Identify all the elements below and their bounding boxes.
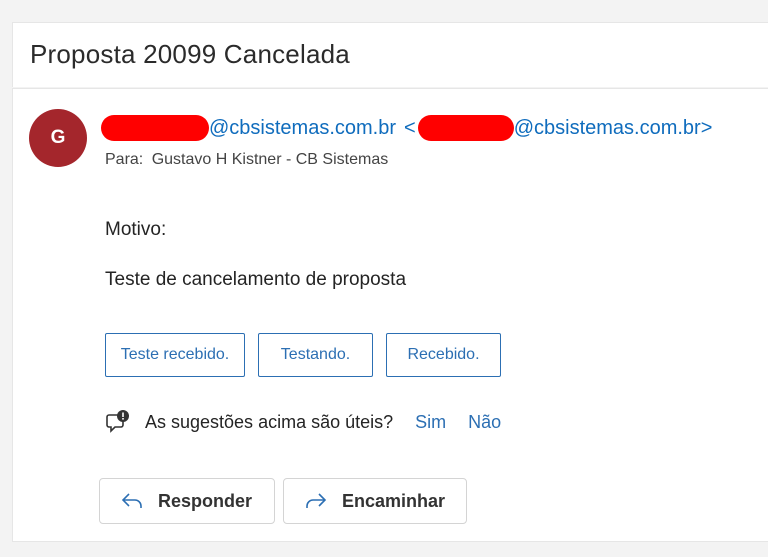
forward-button[interactable]: Encaminhar (283, 478, 467, 524)
body-line-1: Motivo: (105, 219, 167, 240)
subject-bar: Proposta 20099 Cancelada (12, 22, 768, 87)
body-line-2: Teste de cancelamento de proposta (105, 269, 407, 290)
to-label: Para: (105, 151, 144, 168)
reply-icon (120, 491, 144, 511)
email-subject: Proposta 20099 Cancelada (30, 39, 350, 69)
sender-avatar[interactable]: G (29, 109, 87, 167)
quick-reply-button[interactable]: Recebido. (386, 333, 501, 377)
reply-button[interactable]: Responder (99, 478, 275, 524)
reply-label: Responder (158, 490, 253, 511)
feedback-yes-link[interactable]: Sim (415, 412, 446, 433)
redaction-mark (417, 115, 514, 141)
forward-icon (304, 491, 328, 511)
feedback-question: As sugestões acima são úteis? (145, 411, 394, 432)
quick-reply-button[interactable]: Testando. (258, 333, 373, 377)
quick-reply-button[interactable]: Teste recebido. (105, 333, 245, 377)
to-value[interactable]: Gustavo H Kistner - CB Sistemas (152, 151, 389, 168)
sender-line[interactable]: @cbsistemas.com.br < @cbsistemas.com.br> (101, 115, 712, 141)
sender-open-bracket: < (404, 116, 416, 139)
sender-domain: @cbsistemas.com.br (209, 116, 397, 139)
suggestion-feedback: As sugestões acima são úteis? Sim Não (105, 409, 501, 435)
redaction-mark (101, 115, 209, 141)
recipient-line: Para: Gustavo H Kistner - CB Sistemas (105, 151, 388, 169)
feedback-icon (105, 409, 131, 435)
forward-label: Encaminhar (342, 490, 446, 511)
feedback-no-link[interactable]: Não (468, 412, 501, 433)
message-card: G @cbsistemas.com.br < @cbsistemas.com.b… (12, 88, 768, 542)
sender-domain-2: @cbsistemas.com.br> (513, 116, 713, 139)
